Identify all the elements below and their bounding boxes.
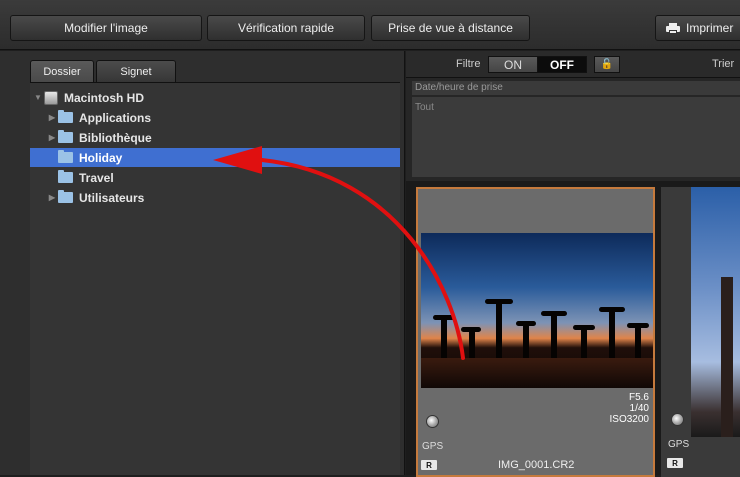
lock-icon: 🔓 — [600, 59, 614, 70]
check-mark-icon[interactable] — [426, 415, 439, 428]
browser-panel: Filtre ON OFF 🔓 Trier Date/heure de pris… — [406, 51, 740, 477]
tree-item-holiday[interactable]: Holiday — [30, 148, 400, 167]
expanded-triangle-icon[interactable]: ▼ — [32, 93, 44, 102]
tree-item-label: Macintosh HD — [64, 90, 145, 105]
tree-item-label: Travel — [79, 170, 114, 185]
hard-drive-icon — [44, 90, 58, 105]
tab-signet[interactable]: Signet — [96, 60, 176, 82]
remote-shooting-label: Prise de vue à distance — [388, 21, 513, 35]
raw-badge: R — [667, 458, 683, 468]
folder-icon — [58, 110, 73, 123]
folder-icon — [58, 150, 73, 163]
tab-dossier-label: Dossier — [43, 65, 81, 78]
quick-check-label: Vérification rapide — [237, 21, 335, 35]
tab-signet-label: Signet — [120, 65, 152, 78]
tree-item-travel[interactable]: Travel — [30, 168, 400, 187]
filter-on-label: ON — [504, 57, 522, 72]
tree-item-label: Bibliothèque — [79, 130, 152, 145]
shutter-value: 1/40 — [629, 403, 649, 414]
thumbnail-item[interactable]: GPS R — [661, 187, 740, 477]
panel-tabs: Dossier Signet — [30, 60, 176, 82]
collapsed-triangle-icon[interactable]: ▶ — [46, 113, 58, 122]
check-mark-icon[interactable] — [671, 413, 684, 426]
sort-label[interactable]: Trier — [712, 58, 734, 70]
toolbar: Modifier l'image Vérification rapide Pri… — [0, 0, 740, 50]
file-name: IMG_0001.CR2 — [498, 459, 575, 471]
remote-shooting-button[interactable]: Prise de vue à distance — [371, 15, 530, 41]
filter-label: Filtre — [456, 58, 481, 70]
photo-thumbnail[interactable] — [421, 233, 653, 388]
iso-value: ISO3200 — [609, 414, 649, 425]
tree-item-utilisateurs[interactable]: ▶ Utilisateurs — [30, 188, 400, 207]
aperture-value: F5.6 — [628, 392, 649, 403]
folder-icon — [58, 190, 73, 203]
quick-check-button[interactable]: Vérification rapide — [207, 15, 365, 41]
tree-item-label: Holiday — [79, 150, 123, 165]
collapsed-triangle-icon[interactable]: ▶ — [46, 193, 58, 202]
lock-button[interactable]: 🔓 — [594, 56, 620, 73]
tree-item-label: Applications — [79, 110, 152, 125]
thumbnail-item[interactable]: F5.6 1/40 ISO3200 GPS R IMG_0001.CR2 — [416, 187, 655, 477]
photo-thumbnail[interactable] — [691, 187, 740, 437]
date-filter-list[interactable]: Tout — [412, 97, 740, 177]
gps-label: GPS — [422, 441, 444, 452]
tree-item-applications[interactable]: ▶ Applications — [30, 108, 400, 127]
tree-item-macintosh-hd[interactable]: ▼ Macintosh HD — [30, 88, 400, 107]
thumbnail-grid: F5.6 1/40 ISO3200 GPS R IMG_0001.CR2 GPS… — [406, 181, 740, 477]
edit-image-button[interactable]: Modifier l'image — [10, 15, 202, 41]
filter-on-button[interactable]: ON — [488, 56, 538, 73]
print-label: Imprimer — [686, 21, 734, 35]
collapsed-triangle-icon[interactable]: ▶ — [46, 133, 58, 142]
folder-tree: ▼ Macintosh HD ▶ Applications ▶ Biblioth… — [30, 82, 400, 475]
filter-off-label: OFF — [550, 57, 574, 72]
filter-bar: Filtre ON OFF 🔓 Trier — [406, 51, 740, 78]
tree-item-label: Utilisateurs — [79, 190, 145, 205]
folder-icon — [58, 170, 73, 183]
exif-info: F5.6 1/40 ISO3200 — [610, 392, 649, 425]
folder-panel: Dossier Signet ▼ Macintosh HD ▶ Applicat… — [0, 51, 405, 475]
tree-item-bibliotheque[interactable]: ▶ Bibliothèque — [30, 128, 400, 147]
filter-off-button[interactable]: OFF — [537, 56, 587, 73]
print-button[interactable]: Imprimer — [655, 15, 740, 41]
edit-image-label: Modifier l'image — [64, 21, 148, 35]
all-item[interactable]: Tout — [415, 102, 434, 113]
folder-icon — [58, 130, 73, 143]
tab-dossier[interactable]: Dossier — [30, 60, 94, 82]
raw-badge: R — [421, 460, 437, 470]
gps-label: GPS — [668, 439, 690, 450]
printer-icon — [666, 22, 680, 34]
date-header[interactable]: Date/heure de prise — [412, 81, 740, 95]
